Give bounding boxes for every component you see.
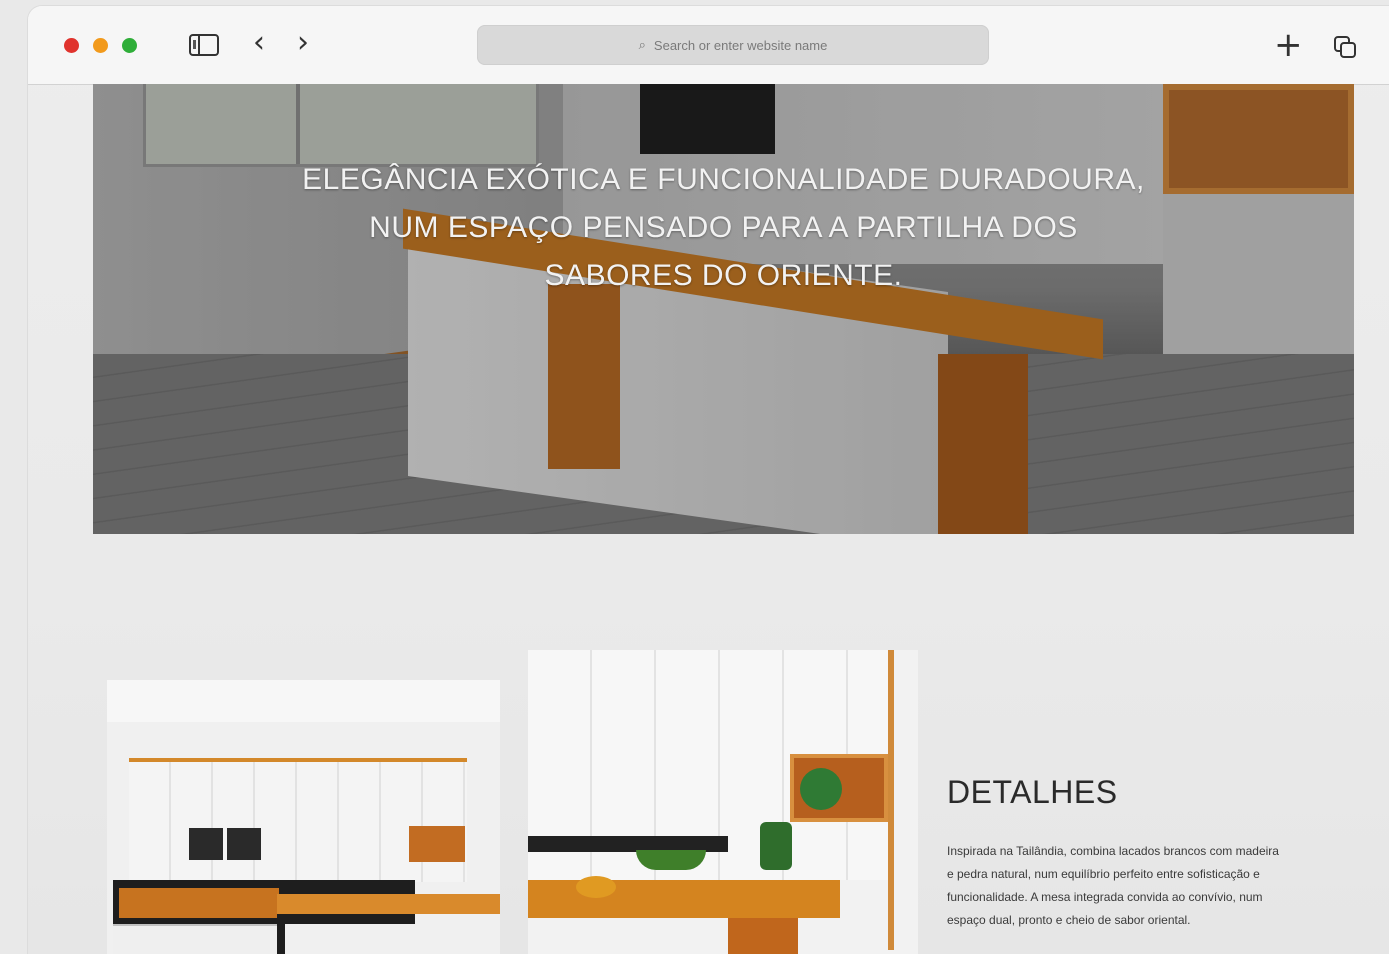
new-tab-icon[interactable]: + xyxy=(1274,28,1303,62)
details-line-2: e pedra natural, num equilíbrio perfeito… xyxy=(947,867,1260,881)
tab-overview-icon[interactable] xyxy=(1334,36,1356,58)
hero-line-2: NUM ESPAÇO PENSADO PARA A PARTILHA DOS xyxy=(369,211,1078,244)
minimize-dot-icon[interactable] xyxy=(93,38,108,53)
hero-tagline: ELEGÂNCIA EXÓTICA E FUNCIONALIDADE DURAD… xyxy=(193,156,1254,300)
forward-icon[interactable]: › xyxy=(297,28,309,58)
browser-window: ‹ › ⌕ Search or enter website name + ELE… xyxy=(28,6,1389,954)
hero-image: ELEGÂNCIA EXÓTICA E FUNCIONALIDADE DURAD… xyxy=(93,84,1354,534)
details-line-3: funcionalidade. A mesa integrada convida… xyxy=(947,890,1263,904)
hero-line-1: ELEGÂNCIA EXÓTICA E FUNCIONALIDADE DURAD… xyxy=(302,163,1145,196)
address-bar[interactable]: ⌕ Search or enter website name xyxy=(477,25,989,65)
search-icon: ⌕ xyxy=(638,37,646,52)
sidebar-icon[interactable] xyxy=(189,34,219,56)
browser-toolbar: ‹ › ⌕ Search or enter website name + xyxy=(28,6,1389,85)
details-line-4: espaço dual, pronto e cheio de sabor ori… xyxy=(947,913,1191,927)
kitchen-photo-wide xyxy=(107,680,500,954)
kitchen-photo-detail xyxy=(528,650,918,954)
close-dot-icon[interactable] xyxy=(64,38,79,53)
zoom-dot-icon[interactable] xyxy=(122,38,137,53)
details-line-1: Inspirada na Tailândia, combina lacados … xyxy=(947,844,1279,858)
back-icon[interactable]: ‹ xyxy=(253,28,265,58)
details-heading: DETALHES xyxy=(947,774,1118,810)
details-description: Inspirada na Tailândia, combina lacados … xyxy=(947,840,1342,932)
hero-line-3: SABORES DO ORIENTE. xyxy=(544,259,903,292)
address-placeholder: Search or enter website name xyxy=(653,37,828,53)
